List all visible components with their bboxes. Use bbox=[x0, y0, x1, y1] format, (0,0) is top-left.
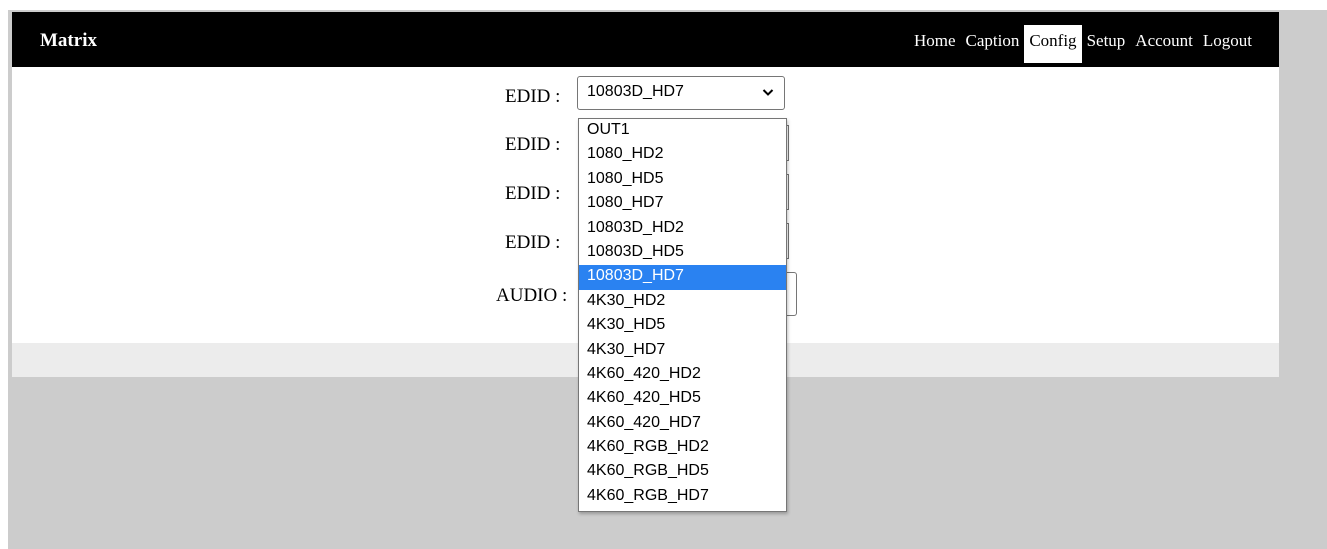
dropdown-option[interactable]: 4K30_HD2 bbox=[579, 290, 786, 314]
dropdown-option[interactable]: 4K60_420_HD2 bbox=[579, 363, 786, 387]
audio-label: AUDIO : bbox=[496, 285, 568, 306]
edid-select-value: 10803D_HD7 bbox=[587, 83, 684, 100]
dropdown-option[interactable]: 1080_HD2 bbox=[579, 143, 786, 167]
edid-select-1[interactable]: 10803D_HD7 bbox=[577, 76, 785, 110]
dropdown-option[interactable]: 4K60_420_HD5 bbox=[579, 387, 786, 411]
nav-logout[interactable]: Logout bbox=[1198, 25, 1257, 61]
dropdown-option[interactable]: 4K60_RGB_HD5 bbox=[579, 460, 786, 484]
nav-home[interactable]: Home bbox=[909, 25, 961, 61]
dropdown-option[interactable]: 4K60_RGB_HD2 bbox=[579, 436, 786, 460]
edid-label-1: EDID : bbox=[505, 86, 561, 107]
dropdown-option[interactable]: OUT1 bbox=[579, 119, 786, 143]
dropdown-option[interactable]: 4K60_RGB_HD7 bbox=[579, 485, 786, 509]
top-navbar: Matrix Home Caption Config Setup Account… bbox=[12, 12, 1279, 67]
nav-setup[interactable]: Setup bbox=[1082, 25, 1131, 61]
dropdown-option[interactable]: 10803D_HD7 bbox=[579, 265, 786, 290]
nav-account[interactable]: Account bbox=[1130, 25, 1198, 61]
nav-menu: Home Caption Config Setup Account Logout bbox=[909, 25, 1257, 69]
dropdown-option[interactable]: 1080_HD5 bbox=[579, 168, 786, 192]
dropdown-option[interactable]: 10803D_HD5 bbox=[579, 241, 786, 265]
edid-label-2: EDID : bbox=[505, 134, 561, 155]
dropdown-option[interactable]: 1080_HD7 bbox=[579, 192, 786, 216]
dropdown-option[interactable]: 4K30_HD7 bbox=[579, 339, 786, 363]
dropdown-option[interactable]: 4K60_420_HD7 bbox=[579, 412, 786, 436]
dropdown-option[interactable]: 10803D_HD2 bbox=[579, 217, 786, 241]
nav-config[interactable]: Config bbox=[1024, 25, 1082, 63]
edid-label-4: EDID : bbox=[505, 232, 561, 253]
edid-label-3: EDID : bbox=[505, 183, 561, 204]
nav-caption[interactable]: Caption bbox=[960, 25, 1024, 61]
chevron-down-icon bbox=[762, 89, 774, 96]
dropdown-option[interactable]: 4K30_HD5 bbox=[579, 314, 786, 338]
audio-select-edge[interactable] bbox=[786, 272, 797, 316]
brand-logo: Matrix bbox=[40, 30, 97, 51]
edid-dropdown-list: OUT1 1080_HD2 1080_HD5 1080_HD7 10803D_HD2 10… bbox=[578, 118, 787, 512]
